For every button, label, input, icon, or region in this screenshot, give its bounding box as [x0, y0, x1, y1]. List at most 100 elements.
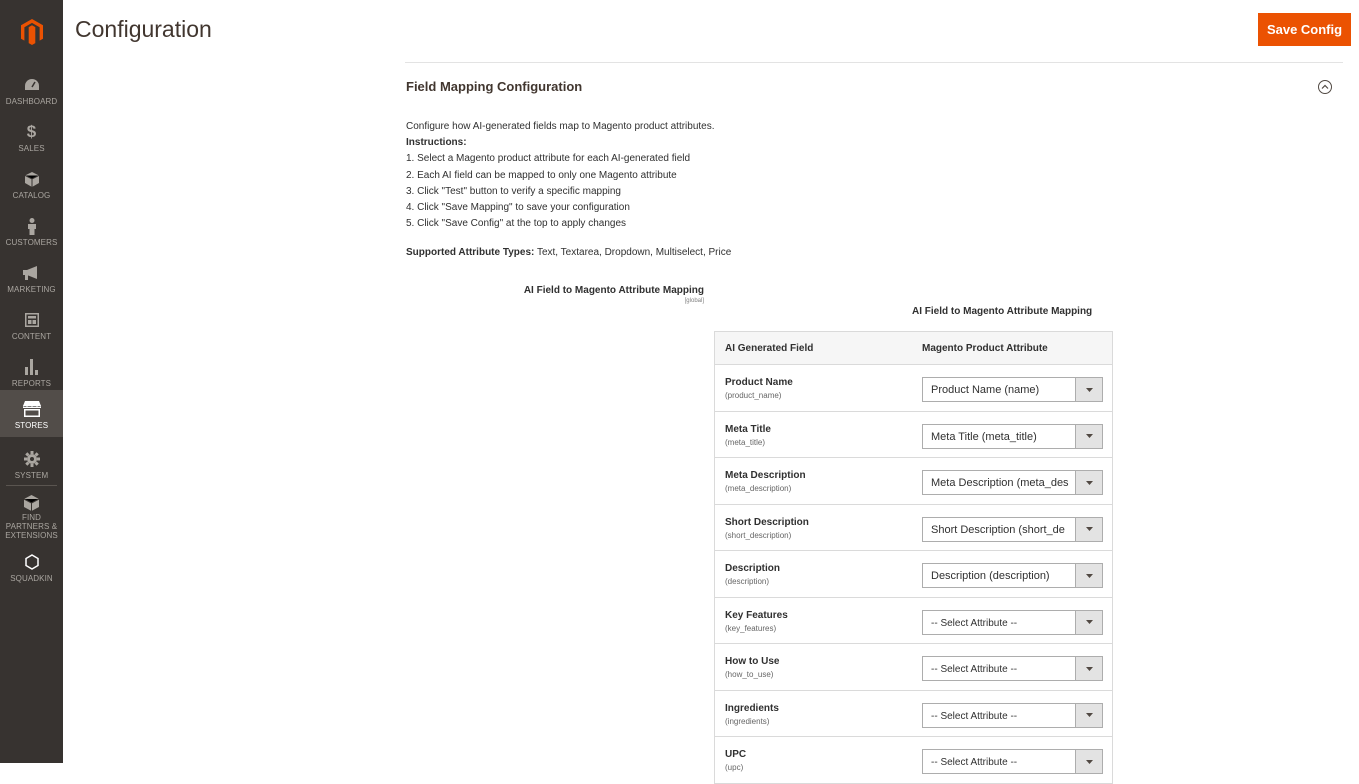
box-icon [24, 169, 39, 189]
attribute-select[interactable]: Product Name (name) [922, 377, 1103, 402]
select-value: -- Select Attribute -- [931, 617, 1018, 629]
ai-field-name: Meta Description [725, 470, 806, 481]
sidebar-item-label: CUSTOMERS [5, 238, 58, 247]
chevron-down-icon [1075, 378, 1102, 401]
supported-types-value: Text, Textarea, Dropdown, Multiselect, P… [536, 247, 732, 258]
sidebar-item-stores[interactable]: STORES [0, 390, 63, 437]
hexagon-icon [24, 552, 39, 572]
attribute-select[interactable]: Meta Title (meta_title) [922, 423, 1103, 449]
chevron-down-icon [1075, 564, 1102, 587]
sidebar-item-label: SQUADKIN [10, 574, 53, 583]
ai-field-name: How to Use [725, 656, 780, 667]
select-value: -- Select Attribute -- [931, 710, 1018, 722]
table-row: UPC (upc) -- Select Attribute -- [715, 737, 1112, 784]
table-row: Ingredients (ingredients) -- Select Attr… [715, 691, 1112, 737]
bar-chart-icon [24, 357, 39, 377]
ai-field-name: Product Name [725, 377, 793, 388]
sidebar-item-system[interactable]: SYSTEM [0, 443, 63, 490]
field-label: AI Field to Magento Attribute Mapping [523, 285, 704, 296]
attribute-select[interactable]: -- Select Attribute -- [922, 656, 1103, 681]
ai-field-name: UPC [725, 749, 747, 760]
instruction-item: 1. Select a Magento product attribute fo… [406, 153, 691, 165]
instruction-item: 5. Click "Save Config" at the top to app… [406, 218, 627, 230]
section-description: Configure how AI-generated fields map to… [406, 119, 715, 232]
dashboard-icon [24, 75, 40, 95]
table-header: AI Generated Field Magento Product Attri… [715, 332, 1112, 365]
sidebar-item-marketing[interactable]: MARKETING [0, 257, 63, 304]
collapse-section-button[interactable] [1318, 80, 1332, 94]
sidebar-item-squadkin[interactable]: SQUADKIN [0, 546, 63, 593]
ai-field-code: (how_to_use) [725, 670, 774, 679]
sidebar-item-catalog[interactable]: CATALOG [0, 163, 63, 210]
sidebar-item-dashboard[interactable]: DASHBOARD [0, 69, 63, 116]
attribute-select[interactable]: Description (description) [922, 563, 1103, 588]
select-value: -- Select Attribute -- [931, 664, 1018, 675]
ai-field-name: Meta Title [725, 423, 771, 435]
sidebar-item-label: SYSTEM [14, 471, 49, 480]
select-value: Meta Description (meta_des [931, 477, 1069, 489]
dollar-icon: $ [26, 122, 37, 141]
sidebar-item-content[interactable]: CONTENT [0, 304, 63, 351]
ai-field-code: (meta_title) [725, 437, 766, 447]
store-icon [22, 399, 41, 419]
sidebar-item-label: STORES [14, 421, 49, 430]
column-header: Magento Product Attribute [922, 343, 1048, 354]
section-title[interactable]: Field Mapping Configuration [406, 79, 582, 94]
table-row: Meta Description (meta_description) Meta… [715, 458, 1112, 505]
sidebar-item-label: CATALOG [12, 191, 51, 200]
sidebar-divider [6, 485, 57, 486]
table-row: Product Name (product_name) Product Name… [715, 365, 1112, 412]
ai-field-code: (product_name) [725, 391, 782, 400]
select-value: Meta Title (meta_title) [931, 430, 1037, 443]
save-config-button[interactable]: Save Config [1258, 13, 1351, 46]
chevron-up-icon [1321, 84, 1329, 89]
column-header: AI Generated Field [725, 343, 814, 354]
intro-text: Configure how AI-generated fields map to… [406, 121, 715, 132]
magento-logo[interactable] [0, 0, 63, 63]
sidebar-item-label: CONTENT [11, 332, 52, 341]
chevron-down-icon [1075, 657, 1102, 680]
person-icon [27, 216, 37, 236]
page-header: Configuration [63, 0, 1359, 60]
ai-field-code: (key_features) [725, 623, 777, 633]
table-row: Short Description (short_description) Sh… [715, 505, 1112, 551]
attribute-select[interactable]: -- Select Attribute -- [922, 702, 1103, 728]
chevron-down-icon [1075, 703, 1102, 727]
ai-field-code: (description) [725, 577, 770, 586]
chevron-down-icon [1075, 750, 1102, 773]
ai-field-name: Key Features [725, 609, 788, 621]
sidebar-item-label: FIND PARTNERS & EXTENSIONS [5, 513, 58, 540]
ai-field-name: Short Description [725, 516, 809, 528]
select-value: Product Name (name) [931, 384, 1040, 396]
layout-icon [24, 310, 39, 330]
attribute-select[interactable]: -- Select Attribute -- [922, 749, 1103, 774]
sidebar-item-label: REPORTS [11, 379, 52, 388]
sidebar-item-sales[interactable]: $ SALES [0, 116, 63, 163]
sidebar-item-label: SALES [18, 144, 45, 153]
ai-field-name: Ingredients [725, 702, 779, 714]
gear-icon [23, 449, 40, 469]
table-row: Description (description) Description (d… [715, 551, 1112, 598]
select-value: Description (description) [931, 570, 1050, 582]
mapping-table-title: AI Field to Magento Attribute Mapping [912, 306, 1093, 317]
sidebar-item-label: MARKETING [7, 285, 56, 294]
instruction-item: 4. Click "Save Mapping" to save your con… [406, 202, 630, 214]
cube-icon [24, 495, 39, 511]
sidebar-item-customers[interactable]: CUSTOMERS [0, 210, 63, 257]
table-row: Key Features (key_features) -- Select At… [715, 598, 1112, 644]
ai-field-code: (upc) [725, 763, 744, 772]
sidebar-item-find-partners[interactable]: FIND PARTNERS & EXTENSIONS [0, 489, 63, 540]
magento-logo-icon [20, 18, 43, 45]
megaphone-icon [23, 263, 40, 283]
attribute-select[interactable]: Short Description (short_de [922, 516, 1103, 542]
attribute-select[interactable]: Meta Description (meta_des [922, 470, 1103, 495]
scope-label: [global] [684, 298, 704, 304]
ai-field-code: (ingredients) [725, 716, 770, 726]
attribute-select[interactable]: -- Select Attribute -- [922, 609, 1103, 635]
select-value: Short Description (short_de [931, 523, 1065, 536]
instruction-item: 3. Click "Test" button to verify a speci… [406, 185, 621, 197]
chevron-down-icon [1075, 610, 1102, 634]
table-row: How to Use (how_to_use) -- Select Attrib… [715, 644, 1112, 691]
supported-types-label: Supported Attribute Types: [406, 247, 535, 258]
chevron-down-icon [1075, 424, 1102, 448]
